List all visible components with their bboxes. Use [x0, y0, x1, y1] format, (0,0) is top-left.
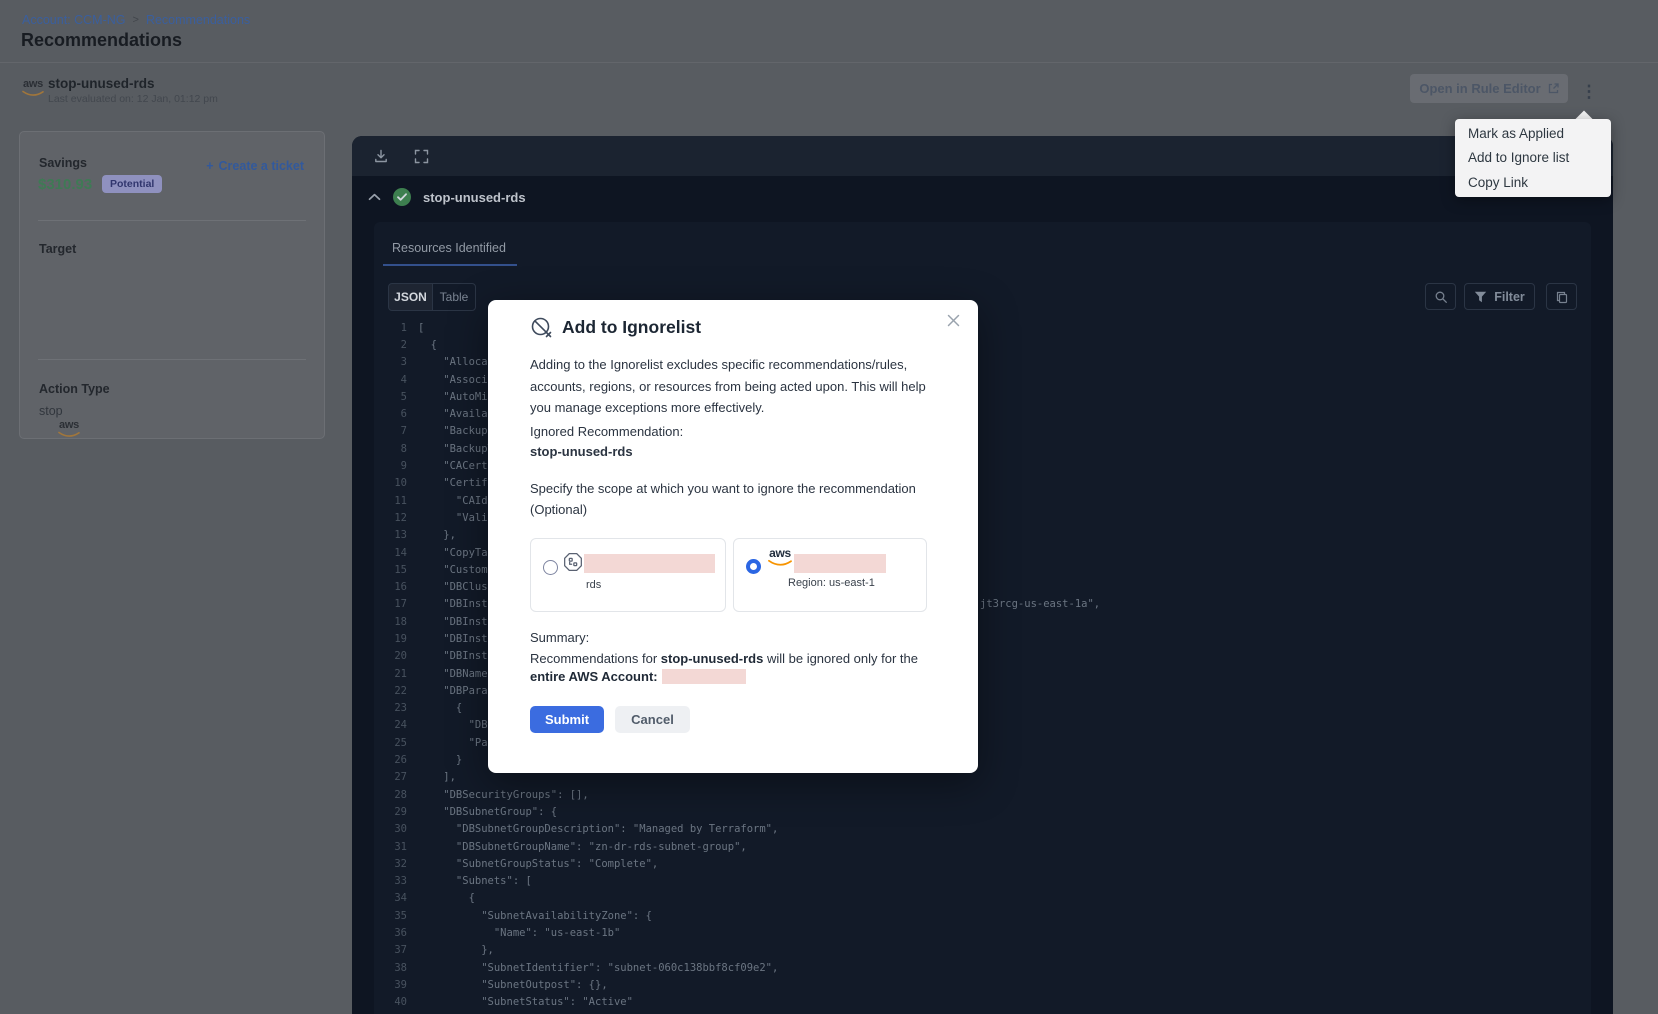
context-menu: Mark as Applied Add to Ignore list Copy …	[1455, 119, 1611, 197]
savings-card: Savings + Create a ticket $310.93 Potent…	[19, 131, 325, 439]
aws-logo-icon: aws	[21, 79, 45, 97]
view-toggle: JSON Table	[388, 283, 476, 311]
breadcrumb: Account: CCM-NG > Recommendations	[22, 13, 250, 27]
aws-logo-text: aws	[23, 79, 43, 90]
close-icon[interactable]	[944, 311, 962, 329]
code-line: 30 "DBSubnetGroupDescription": "Managed …	[374, 821, 1591, 838]
drawer-recommendation-name: stop-unused-rds	[423, 190, 526, 205]
summary-label: Summary:	[530, 630, 589, 645]
code-line: 40 "SubnetStatus": "Active"	[374, 994, 1591, 1011]
modal-title: Add to Ignorelist	[562, 317, 701, 338]
external-link-icon	[1548, 83, 1559, 94]
code-line: 28 "DBSecurityGroups": [],	[374, 786, 1591, 803]
summary-recommendation-name: stop-unused-rds	[661, 651, 764, 666]
code-line: 34 {	[374, 890, 1591, 907]
ignore-icon	[530, 316, 553, 339]
code-line: 39 "SubnetOutpost": {},	[374, 976, 1591, 993]
open-in-rule-editor-button[interactable]: Open in Rule Editor	[1410, 74, 1568, 103]
aws-logo-text: aws	[769, 547, 791, 559]
code-line: 36 "Name": "us-east-1b"	[374, 924, 1591, 941]
code-line: 29 "DBSubnetGroup": {	[374, 803, 1591, 820]
menu-item-copy-link[interactable]: Copy Link	[1455, 170, 1611, 195]
scope-prompt: Specify the scope at which you want to i…	[530, 478, 926, 520]
scope-region-label: Region: us-east-1	[788, 577, 875, 589]
success-check-icon	[393, 188, 411, 206]
menu-item-mark-as-applied[interactable]: Mark as Applied	[1455, 121, 1611, 146]
summary-part1: Recommendations for	[530, 651, 661, 666]
scope-resource-label: rds	[586, 579, 601, 591]
chevron-up-icon[interactable]	[368, 193, 381, 201]
action-type-label: Action Type	[39, 382, 110, 396]
cancel-button[interactable]: Cancel	[615, 706, 690, 733]
action-type-value: stop	[39, 404, 63, 418]
aws-logo-text: aws	[59, 420, 79, 431]
tab-resources-identified[interactable]: Resources Identified	[392, 241, 506, 255]
filter-button[interactable]: Filter	[1464, 283, 1535, 310]
savings-label: Savings	[39, 156, 87, 170]
menu-item-add-to-ignore-list[interactable]: Add to Ignore list	[1455, 146, 1611, 171]
scope-option-account[interactable]: aws Region: us-east-1	[733, 538, 927, 612]
toggle-json[interactable]: JSON	[389, 284, 433, 310]
scope-option-resource[interactable]: rds	[530, 538, 726, 612]
recommendation-name: stop-unused-rds	[48, 76, 155, 91]
summary-text: Recommendations for stop-unused-rds will…	[530, 650, 942, 685]
fullscreen-icon[interactable]	[412, 147, 430, 165]
redacted-account-inline	[662, 669, 746, 684]
modal-description: Adding to the Ignorelist excludes specif…	[530, 354, 938, 419]
target-label: Target	[39, 242, 76, 256]
redacted-resource-id	[584, 554, 715, 573]
header-divider	[0, 62, 1658, 63]
last-evaluated-text: Last evaluated on: 12 Jan, 01:12 pm	[48, 93, 218, 105]
tab-underline	[383, 264, 517, 266]
breadcrumb-page-link[interactable]: Recommendations	[146, 13, 250, 27]
ignored-recommendation-value: stop-unused-rds	[530, 444, 633, 459]
add-to-ignorelist-modal: Add to Ignorelist Adding to the Ignoreli…	[488, 300, 978, 773]
open-in-rule-editor-label: Open in Rule Editor	[1419, 81, 1540, 96]
code-line: 33 "Subnets": [	[374, 873, 1591, 890]
card-divider	[38, 220, 306, 221]
code-line: 31 "DBSubnetGroupName": "zn-dr-rds-subne…	[374, 838, 1591, 855]
potential-badge: Potential	[102, 175, 162, 193]
search-icon	[1434, 290, 1448, 304]
target-aws-logo-icon: aws	[57, 420, 81, 438]
filter-label: Filter	[1494, 290, 1525, 304]
search-button[interactable]	[1425, 283, 1456, 310]
code-line: 38 "SubnetIdentifier": "subnet-060c138bb…	[374, 959, 1591, 976]
card-divider	[38, 359, 306, 360]
breadcrumb-account-link[interactable]: Account: CCM-NG	[22, 13, 126, 27]
breadcrumb-separator-icon: >	[133, 14, 139, 26]
filter-icon	[1474, 291, 1487, 303]
code-line: 35 "SubnetAvailabilityZone": {	[374, 907, 1591, 924]
page-title: Recommendations	[21, 30, 182, 51]
drawer-recommendation-row: stop-unused-rds	[368, 188, 526, 206]
savings-amount: $310.93	[38, 176, 92, 193]
summary-part2: will be ignored only for the	[763, 651, 918, 666]
copy-button[interactable]	[1546, 283, 1577, 310]
radio-resource[interactable]	[543, 560, 558, 575]
create-ticket-link[interactable]: + Create a ticket	[206, 159, 304, 173]
aws-logo-icon: aws	[767, 547, 793, 567]
summary-scope: entire AWS Account:	[530, 669, 658, 684]
submit-button[interactable]: Submit	[530, 706, 604, 733]
toggle-table[interactable]: Table	[433, 284, 475, 310]
plus-icon: +	[206, 159, 213, 173]
radio-account[interactable]	[746, 559, 761, 574]
code-line: 37 },	[374, 942, 1591, 959]
rds-service-icon	[563, 552, 583, 572]
redacted-account-id	[794, 554, 886, 573]
ignored-recommendation-label: Ignored Recommendation:	[530, 424, 683, 439]
copy-icon	[1555, 290, 1569, 304]
download-icon[interactable]	[372, 147, 390, 165]
kebab-menu-icon[interactable]: ⋮	[1580, 77, 1598, 107]
drawer-toolbar	[352, 136, 1613, 176]
create-ticket-label: Create a ticket	[219, 159, 304, 173]
code-line: 32 "SubnetGroupStatus": "Complete",	[374, 855, 1591, 872]
